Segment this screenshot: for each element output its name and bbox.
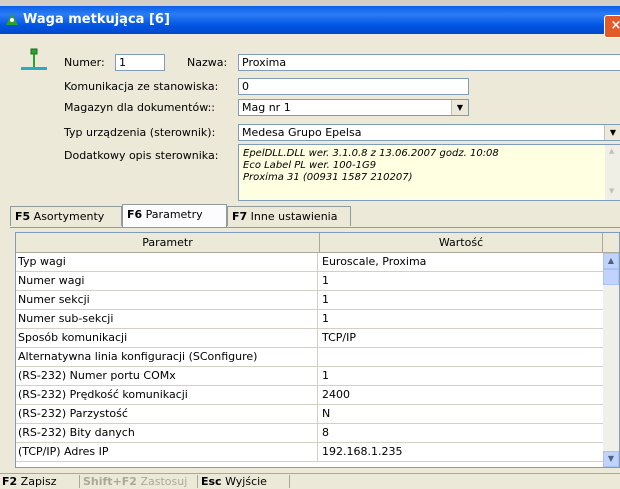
- scroll-down-icon[interactable]: ▼: [603, 451, 619, 467]
- tab-label: Asortymenty: [33, 210, 105, 223]
- numer-label: Numer:: [64, 56, 105, 69]
- scale-icon: [21, 48, 47, 70]
- value-cell[interactable]: Euroscale, Proxima: [320, 253, 610, 271]
- tab-asortymenty[interactable]: F5 Asortymenty: [10, 206, 122, 226]
- shortcut-key: Esc: [201, 475, 222, 488]
- param-cell: (RS-232) Numer portu COMx: [16, 367, 318, 385]
- tab-label: Parametry: [145, 208, 203, 221]
- param-cell: Numer wagi: [16, 272, 318, 290]
- value-cell[interactable]: TCP/IP: [320, 329, 610, 347]
- memo-scrollbar[interactable]: ▲ ▼: [605, 145, 620, 200]
- table-row[interactable]: Numer sub-sekcji 1: [16, 310, 619, 329]
- table-row[interactable]: (RS-232) Numer portu COMx 1: [16, 367, 619, 386]
- tab-divider: [10, 227, 620, 228]
- typ-select[interactable]: Medesa Grupo Epelsa ▼: [238, 124, 620, 141]
- value-cell[interactable]: 8: [320, 424, 610, 442]
- shortcut-label: Zastosuj: [140, 475, 188, 488]
- value-cell[interactable]: 1: [320, 367, 610, 385]
- window-title: Waga metkująca [6]: [23, 12, 170, 27]
- magazyn-select[interactable]: Mag nr 1 ▼: [238, 99, 469, 116]
- param-cell: (RS-232) Prędkość komunikacji: [16, 386, 318, 404]
- value-cell[interactable]: 192.168.1.235: [320, 443, 610, 461]
- table-row[interactable]: (RS-232) Bity danych 8: [16, 424, 619, 443]
- grid-scrollbar[interactable]: ▲ ▼: [603, 253, 619, 467]
- separator: [289, 475, 290, 488]
- app-icon: [6, 13, 18, 25]
- tab-parametry[interactable]: F6 Parametry: [122, 204, 227, 227]
- close-button[interactable]: ×: [604, 15, 620, 38]
- table-row[interactable]: (RS-232) Prędkość komunikacji 2400: [16, 386, 619, 405]
- typ-label: Typ urządzenia (sterownik):: [64, 126, 216, 139]
- shortcut-key: Shift+F2: [83, 475, 137, 488]
- opis-line: EpelDLL.DLL wer. 3.1.0.8 z 13.06.2007 go…: [243, 148, 499, 159]
- nazwa-label: Nazwa:: [187, 56, 228, 69]
- apply-shortcut[interactable]: Shift+F2 Zastosuj: [83, 474, 187, 489]
- shortcut-label: Wyjście: [225, 475, 267, 488]
- shortcut-key: F2: [2, 475, 18, 488]
- table-row[interactable]: Numer sekcji 1: [16, 291, 619, 310]
- magazyn-value: Mag nr 1: [242, 101, 291, 114]
- numer-input[interactable]: 1: [115, 54, 165, 71]
- komunikacja-label: Komunikacja ze stanowiska:: [64, 80, 219, 93]
- magazyn-label: Magazyn dla dokumentów::: [64, 101, 216, 114]
- scroll-up-icon[interactable]: ▲: [609, 147, 614, 155]
- typ-value: Medesa Grupo Epelsa: [242, 126, 362, 139]
- column-header-parametr[interactable]: Parametr: [16, 233, 320, 252]
- nazwa-input[interactable]: Proxima: [238, 54, 620, 71]
- separator: [79, 475, 80, 488]
- parameters-grid[interactable]: Parametr Wartość Typ wagi Euroscale, Prox…: [15, 232, 620, 468]
- chevron-down-icon[interactable]: ▼: [451, 100, 468, 115]
- separator: [197, 475, 198, 488]
- table-row[interactable]: (RS-232) Parzystość N: [16, 405, 619, 424]
- opis-line: Proxima 31 (00931 1587 210207): [243, 172, 413, 183]
- tab-inne-ustawienia[interactable]: F7 Inne ustawienia: [227, 206, 351, 226]
- value-cell[interactable]: 1: [320, 272, 610, 290]
- tab-key: F5: [15, 210, 31, 223]
- opis-line: Eco Label PL wer. 100-1G9: [243, 160, 377, 171]
- param-cell: Sposób komunikacji: [16, 329, 318, 347]
- scroll-down-icon[interactable]: ▼: [609, 187, 614, 195]
- komunikacja-input[interactable]: 0: [238, 78, 469, 95]
- value-cell[interactable]: N: [320, 405, 610, 423]
- scrollbar-thumb[interactable]: [603, 269, 619, 285]
- column-header-wartosc[interactable]: Wartość: [320, 233, 603, 252]
- save-shortcut[interactable]: F2 Zapisz: [2, 474, 57, 489]
- param-cell: Numer sub-sekcji: [16, 310, 318, 328]
- table-row[interactable]: (TCP/IP) Adres IP 192.168.1.235: [16, 443, 619, 462]
- grid-header: Parametr Wartość: [16, 233, 619, 253]
- param-cell: (RS-232) Bity danych: [16, 424, 318, 442]
- param-cell: Numer sekcji: [16, 291, 318, 309]
- table-row[interactable]: Alternatywna linia konfiguracji (SConfig…: [16, 348, 619, 367]
- tab-key: F7: [232, 210, 248, 223]
- param-cell: Alternatywna linia konfiguracji (SConfig…: [16, 348, 318, 366]
- table-row[interactable]: Sposób komunikacji TCP/IP: [16, 329, 619, 348]
- param-cell: Typ wagi: [16, 253, 318, 271]
- param-cell: (RS-232) Parzystość: [16, 405, 318, 423]
- chevron-down-icon[interactable]: ▼: [604, 125, 620, 140]
- tab-label: Inne ustawienia: [250, 210, 338, 223]
- tab-key: F6: [127, 208, 143, 221]
- value-cell[interactable]: 2400: [320, 386, 610, 404]
- window-titlebar[interactable]: Waga metkująca [6] ×: [0, 6, 620, 38]
- value-cell[interactable]: 1: [320, 310, 610, 328]
- opis-label: Dodatkowy opis sterownika:: [64, 149, 219, 162]
- table-row[interactable]: Numer wagi 1: [16, 272, 619, 291]
- exit-shortcut[interactable]: Esc Wyjście: [201, 474, 267, 489]
- statusbar: F2 Zapisz Shift+F2 Zastosuj Esc Wyjście: [0, 473, 620, 489]
- value-cell[interactable]: [320, 348, 610, 366]
- opis-memo[interactable]: EpelDLL.DLL wer. 3.1.0.8 z 13.06.2007 go…: [238, 144, 620, 201]
- table-row[interactable]: Typ wagi Euroscale, Proxima: [16, 253, 619, 272]
- param-cell: (TCP/IP) Adres IP: [16, 443, 318, 461]
- shortcut-label: Zapisz: [20, 475, 57, 488]
- value-cell[interactable]: 1: [320, 291, 610, 309]
- scroll-up-icon[interactable]: ▲: [603, 253, 619, 269]
